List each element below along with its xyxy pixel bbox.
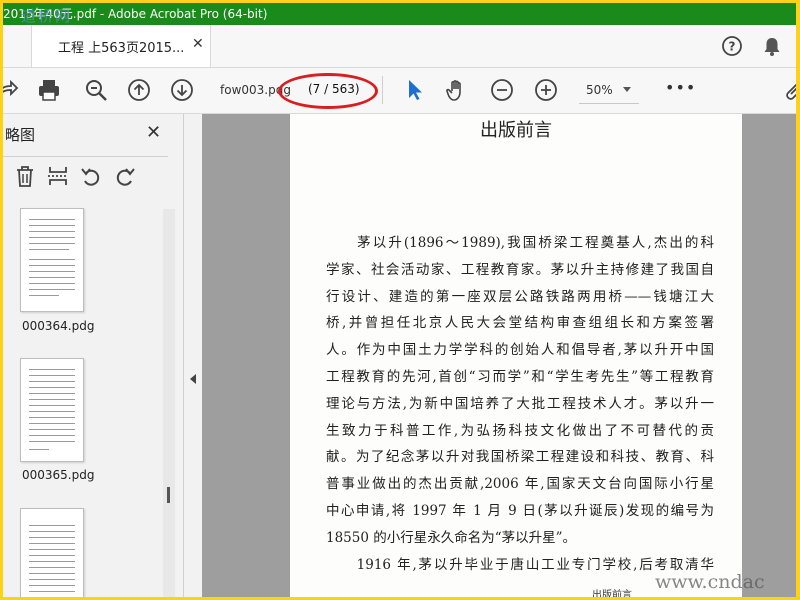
- help-icon[interactable]: ?: [721, 35, 743, 57]
- text-line: 中心申请,将 1997 年 1 月 9 日(茅以升诞辰)发现的编号为: [326, 502, 714, 519]
- thumbnail-label: 000365.pdg: [22, 468, 95, 482]
- thumbnail-scrollbar[interactable]: [163, 209, 175, 597]
- text-line: 献。为了纪念茅以升对我国桥梁工程建设和科技、教育、科: [326, 449, 714, 466]
- text-line: 生致力于科普工作,为弘扬科技文化做出了不可替代的贡: [326, 422, 714, 439]
- frame-border-right: [796, 3, 797, 597]
- bell-icon[interactable]: [761, 35, 783, 57]
- text-line: 普事业做出的杰出贡献,2006 年,国家天文台向国际小行星: [326, 476, 714, 493]
- document-view[interactable]: 出版前言 茅以升(1896～1989),我国桥梁工程奠基人,杰出的科 学家、社会…: [202, 114, 797, 597]
- chevron-down-icon[interactable]: [623, 87, 631, 92]
- page-thumbnail[interactable]: [20, 208, 84, 312]
- hand-icon[interactable]: [445, 78, 469, 102]
- text-line: 理论与方法,为新中国培养了大批工程技术人才。茅以升一: [326, 395, 714, 412]
- scrollbar-thumb[interactable]: [167, 487, 170, 503]
- text-line: 茅以升(1896～1989),我国桥梁工程奠基人,杰出的科: [326, 235, 714, 251]
- zoom-out-search-icon[interactable]: [84, 78, 108, 102]
- toolbar-divider: [382, 76, 383, 104]
- page-down-icon[interactable]: [170, 78, 194, 102]
- tab-label: 工程 上563页2015...: [58, 41, 185, 56]
- zoom-underline: [579, 103, 639, 104]
- tab-close-icon[interactable]: ✕: [192, 36, 204, 52]
- page-thumbnail[interactable]: [20, 358, 84, 462]
- trash-icon[interactable]: [13, 164, 37, 188]
- svg-text:?: ?: [729, 40, 736, 54]
- share-icon[interactable]: [3, 78, 19, 102]
- rotate-left-icon[interactable]: [79, 164, 103, 188]
- document-heading: 出版前言: [480, 120, 552, 141]
- page-footer: 出版前言: [592, 590, 632, 597]
- select-arrow-icon[interactable]: [403, 78, 427, 102]
- zoom-out-icon[interactable]: [490, 78, 514, 102]
- zoom-select[interactable]: 50%: [586, 83, 613, 97]
- annotation-oval: [278, 73, 378, 109]
- text-line: 学家、社会活动家、工程教育家。茅以升主持修建了我国自: [326, 261, 714, 278]
- zoom-in-icon[interactable]: [534, 78, 558, 102]
- acrobat-window: 2015年40元.pdf - Adobe Acrobat Pro (64-bit…: [3, 3, 797, 597]
- text-line: 桥,并曾担任北京人民大会堂结构审查组组长和方案签署: [326, 315, 714, 332]
- title-bar: 2015年40元.pdf - Adobe Acrobat Pro (64-bit…: [3, 3, 797, 25]
- collapse-arrow-icon[interactable]: [190, 374, 196, 384]
- watermark-top: 道桥网: [21, 7, 73, 25]
- watermark-bottom: www.cndac: [655, 571, 765, 593]
- text-line: 人。作为中国土力学学科的创始人和倡导者,茅以升开中国: [326, 342, 714, 359]
- toolbar: fow003.pdg (7 / 563) 50% •••: [3, 68, 797, 114]
- text-line: 18550 的小行星永久命名为“茅以升星”。: [326, 529, 577, 546]
- text-line: 工程教育的先河,首创“习而学”和“学生考先生”等工程教育: [326, 368, 714, 385]
- more-tools-icon[interactable]: •••: [665, 78, 696, 97]
- page-thumbnail[interactable]: [20, 508, 84, 597]
- panel-close-icon[interactable]: ✕: [146, 122, 161, 143]
- thumbnail-list: 000364.pdg 000365.pdg: [3, 204, 173, 597]
- panel-title: 略图: [5, 126, 36, 144]
- panel-divider: [3, 156, 168, 157]
- rotate-right-icon[interactable]: [113, 164, 137, 188]
- document-page: 出版前言 茅以升(1896～1989),我国桥梁工程奠基人,杰出的科 学家、社会…: [290, 114, 742, 597]
- print-icon[interactable]: [37, 78, 61, 102]
- thumbnail-label: 000364.pdg: [22, 319, 95, 333]
- attach-icon[interactable]: [783, 78, 797, 102]
- thumbnails-panel: 略图 ✕ 000364.pdg 000365.pdg: [3, 114, 184, 597]
- page-up-icon[interactable]: [127, 78, 151, 102]
- document-body: 茅以升(1896～1989),我国桥梁工程奠基人,杰出的科 学家、社会活动家、工…: [326, 230, 714, 578]
- text-line: 行设计、建造的第一座双层公路铁路两用桥——钱塘江大: [326, 288, 714, 305]
- document-tab[interactable]: 工程 上563页2015... ✕: [31, 25, 211, 67]
- panel-collapse-handle[interactable]: [184, 114, 202, 597]
- insert-pages-icon[interactable]: [46, 164, 70, 188]
- tab-bar: 工程 上563页2015... ✕ ?: [3, 25, 797, 68]
